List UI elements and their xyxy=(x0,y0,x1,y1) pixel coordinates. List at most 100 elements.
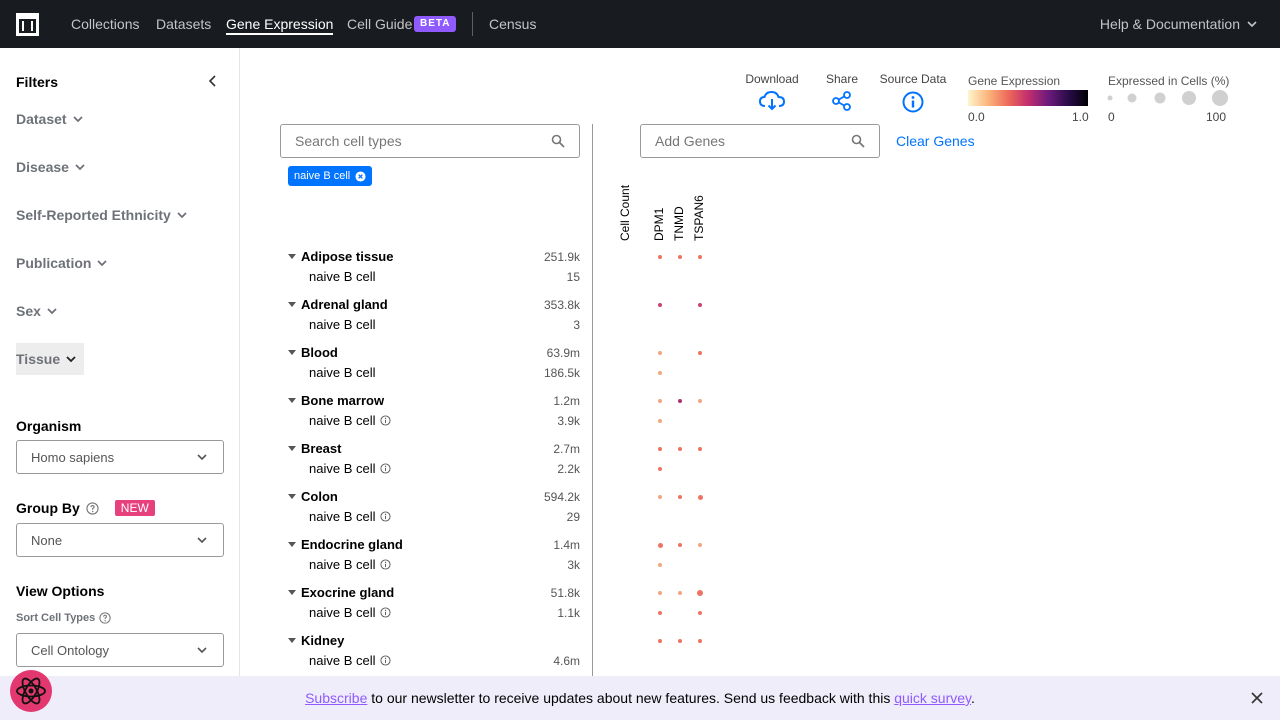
info-icon[interactable] xyxy=(380,559,392,570)
info-icon[interactable] xyxy=(380,463,392,474)
cell-type-count: 2.2k xyxy=(557,462,580,476)
tissue-row-blood[interactable]: Blood xyxy=(288,345,338,360)
filter-publication[interactable]: Publication xyxy=(16,255,109,271)
add-genes-field[interactable] xyxy=(640,124,880,158)
expression-dot[interactable] xyxy=(658,399,662,403)
nav-gene-expression[interactable]: Gene Expression xyxy=(226,16,334,35)
tissue-row-endocrine-gland[interactable]: Endocrine gland xyxy=(288,537,403,552)
nav-cell-guide[interactable]: Cell Guide xyxy=(347,16,412,32)
add-genes-input[interactable] xyxy=(655,133,835,149)
sort-cell-types-label: Sort Cell Types xyxy=(16,612,111,624)
tissue-row-breast[interactable]: Breast xyxy=(288,441,341,456)
expression-dot[interactable] xyxy=(658,591,662,595)
info-icon[interactable] xyxy=(380,511,392,522)
cell-row-naive-b-cell[interactable]: naive B cell xyxy=(309,653,392,668)
cell-type-count: 186.5k xyxy=(543,366,580,380)
cell-row-naive-b-cell[interactable]: naive B cell xyxy=(309,365,375,380)
cell-row-naive-b-cell[interactable]: naive B cell xyxy=(309,317,375,332)
close-icon[interactable] xyxy=(1250,691,1264,705)
expression-dot[interactable] xyxy=(658,563,662,567)
expression-dot[interactable] xyxy=(678,639,682,643)
expression-dot[interactable] xyxy=(698,303,702,307)
cell-type-label: naive B cell xyxy=(309,317,376,332)
filter-dataset[interactable]: Dataset xyxy=(16,111,85,127)
filter-label: Publication xyxy=(16,255,92,271)
cell-type-label: naive B cell xyxy=(309,557,376,572)
expression-dot[interactable] xyxy=(678,447,682,451)
expression-dot[interactable] xyxy=(698,543,702,547)
filter-tissue[interactable]: Tissue xyxy=(16,343,85,375)
expression-dot[interactable] xyxy=(658,611,662,615)
cell-row-naive-b-cell[interactable]: naive B cell xyxy=(309,509,392,524)
sort-cell-types-dropdown[interactable]: Cell Ontology xyxy=(16,633,224,667)
clear-genes-button[interactable]: Clear Genes xyxy=(896,133,975,149)
help-icon[interactable] xyxy=(99,612,111,624)
info-icon[interactable] xyxy=(380,415,392,426)
expression-dot[interactable] xyxy=(658,467,662,471)
cell-row-naive-b-cell[interactable]: naive B cell xyxy=(309,557,392,572)
gene-column-tnmd[interactable]: TNMD xyxy=(672,206,686,241)
expression-dot[interactable] xyxy=(657,542,663,548)
gene-column-tspan6[interactable]: TSPAN6 xyxy=(692,195,706,241)
cell-row-naive-b-cell[interactable]: naive B cell xyxy=(309,413,392,428)
filter-disease[interactable]: Disease xyxy=(16,159,87,175)
cell-row-naive-b-cell[interactable]: naive B cell xyxy=(309,461,392,476)
expression-dot[interactable] xyxy=(678,399,682,403)
filter-self-reported-ethnicity[interactable]: Self-Reported Ethnicity xyxy=(16,207,189,223)
expression-dot[interactable] xyxy=(658,447,662,451)
search-cell-types-field[interactable] xyxy=(280,124,580,158)
quick-survey-link[interactable]: quick survey xyxy=(894,690,971,706)
cell-row-naive-b-cell[interactable]: naive B cell xyxy=(309,269,375,284)
expression-dot[interactable] xyxy=(698,399,702,403)
filter-sex[interactable]: Sex xyxy=(16,303,59,319)
expression-dot[interactable] xyxy=(658,351,662,355)
download-button[interactable]: Download xyxy=(743,72,801,111)
cellxgene-logo-icon[interactable] xyxy=(16,13,39,36)
expression-dot[interactable] xyxy=(658,419,662,423)
expression-dot[interactable] xyxy=(658,303,662,307)
expression-dot[interactable] xyxy=(678,255,682,259)
tissue-row-kidney[interactable]: Kidney xyxy=(288,633,344,648)
expression-dot[interactable] xyxy=(658,639,662,643)
cell-row-naive-b-cell[interactable]: naive B cell xyxy=(309,605,392,620)
info-icon[interactable] xyxy=(380,607,392,618)
expression-dot[interactable] xyxy=(697,494,703,500)
search-cell-types-input[interactable] xyxy=(295,133,515,149)
tissue-row-colon[interactable]: Colon xyxy=(288,489,338,504)
expression-dot[interactable] xyxy=(658,495,662,499)
tissue-row-exocrine-gland[interactable]: Exocrine gland xyxy=(288,585,394,600)
source-data-button[interactable]: Source Data xyxy=(876,72,950,113)
new-badge: NEW xyxy=(114,500,155,516)
expression-dot[interactable] xyxy=(698,447,702,451)
tissue-row-adipose-tissue[interactable]: Adipose tissue xyxy=(288,249,393,264)
expression-dot[interactable] xyxy=(678,591,682,595)
help-icon[interactable] xyxy=(86,501,99,515)
collapse-sidebar-icon[interactable] xyxy=(206,74,220,88)
nav-census[interactable]: Census xyxy=(489,16,536,32)
expression-dot[interactable] xyxy=(658,371,662,375)
expression-dot[interactable] xyxy=(698,255,702,259)
expression-dot[interactable] xyxy=(698,611,702,615)
expression-dot[interactable] xyxy=(698,639,702,643)
info-icon[interactable] xyxy=(380,655,392,666)
tissue-cell-count: 1.2m xyxy=(553,394,580,408)
organism-dropdown[interactable]: Homo sapiens xyxy=(16,440,224,474)
expression-dot[interactable] xyxy=(678,495,682,499)
cell-type-label: naive B cell xyxy=(309,461,376,476)
tissue-row-adrenal-gland[interactable]: Adrenal gland xyxy=(288,297,388,312)
expression-dot[interactable] xyxy=(698,351,702,355)
close-icon[interactable] xyxy=(355,170,366,182)
react-devtools-icon[interactable] xyxy=(10,670,52,712)
help-documentation-menu[interactable]: Help & Documentation xyxy=(1100,16,1258,32)
tissue-row-bone-marrow[interactable]: Bone marrow xyxy=(288,393,384,408)
nav-datasets[interactable]: Datasets xyxy=(156,16,211,32)
selected-cell-type-chip[interactable]: naive B cell xyxy=(288,166,373,186)
group-by-dropdown[interactable]: None xyxy=(16,523,224,557)
share-button[interactable]: Share xyxy=(822,72,862,111)
nav-collections[interactable]: Collections xyxy=(71,16,139,32)
expression-dot[interactable] xyxy=(658,255,662,259)
expression-dot[interactable] xyxy=(697,590,703,596)
gene-column-dpm1[interactable]: DPM1 xyxy=(652,208,666,241)
subscribe-link[interactable]: Subscribe xyxy=(305,690,367,706)
expression-dot[interactable] xyxy=(678,543,682,547)
